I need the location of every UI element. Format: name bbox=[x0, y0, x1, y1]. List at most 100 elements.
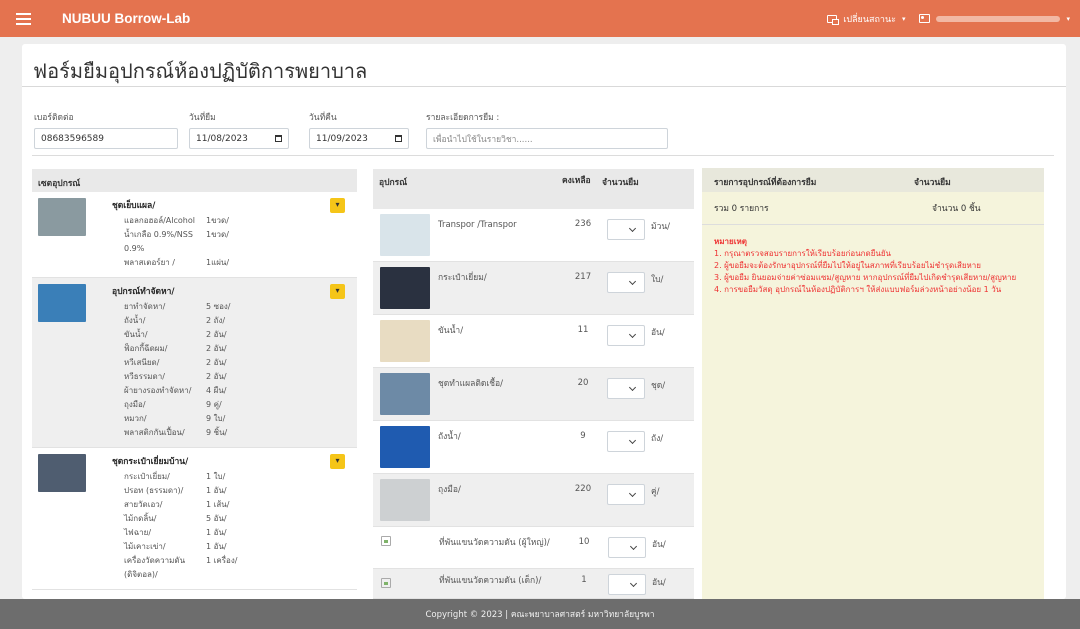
set-item: ไม้กดลิ้น/5 อัน/ bbox=[112, 512, 357, 526]
set-item: ฟ็อกกี้ฉีดผม/2 อัน/ bbox=[112, 342, 357, 356]
equipment-name: ถุงมือ/ bbox=[438, 485, 461, 495]
remark-item: 4. การขอยืมวัสดุ อุปกรณ์ในห้องปฏิบัติการ… bbox=[714, 285, 1002, 294]
sets-header: เซตอุปกรณ์ bbox=[32, 169, 357, 192]
set-item-name: เครื่องวัดความดัน (ดิจิตอล)/ bbox=[124, 556, 186, 579]
set-item: กระเป๋าเยี่ยม/1 ใบ/ bbox=[112, 470, 357, 484]
set-item: พลาสเตอร์ยา / 1แผ่น/ bbox=[112, 256, 357, 270]
quantity-select[interactable] bbox=[607, 431, 645, 452]
remarks: หมายเหตุ 1. กรุณาตรวจสอบรายการให้เรียบร้… bbox=[702, 225, 1044, 307]
sets-list: ชุดเย็บแผล/แอลกอฮอล์/Alcohol 1ขวด/น้ำเกลื… bbox=[32, 192, 357, 590]
equipment-row: กระเป๋าเยี่ยม/217 ใบ/ bbox=[373, 262, 694, 315]
equipment-name: ที่พันแขนวัดความดัน (เด็ก)/ bbox=[439, 576, 542, 586]
equipment-unit: ชุด/ bbox=[651, 381, 666, 391]
set-item-name: พลาสเตอร์ยา / bbox=[124, 258, 175, 267]
equipment-list: Transpor /Transpor 236 ม้วน/กระเป๋าเยี่ยม/… bbox=[373, 209, 694, 599]
phone-field-group: เบอร์ติดต่อ 08683596589 bbox=[34, 110, 178, 149]
set-photo bbox=[38, 198, 86, 236]
quantity-select[interactable] bbox=[607, 272, 645, 293]
equipment-row: ขันน้ำ/11 อัน/ bbox=[373, 315, 694, 368]
set-item-qty: 2 ถัง/ bbox=[206, 316, 226, 325]
set-item-qty: 2 อัน/ bbox=[206, 344, 227, 353]
set-dropdown-button[interactable]: ▾ bbox=[330, 198, 345, 213]
caret-down-icon: ▾ bbox=[1066, 14, 1070, 23]
equipment-unit: ใบ/ bbox=[651, 275, 664, 285]
quantity-select[interactable] bbox=[608, 537, 646, 558]
borrow-cart-panel: รายการอุปกรณ์ที่ต้องการยืม จำนวนยืม รวม … bbox=[702, 168, 1044, 599]
cart-col-qty: จำนวนยืม bbox=[914, 178, 951, 188]
details-input[interactable]: เพื่อนำไปใช้ในรายวิชา...... bbox=[426, 128, 668, 149]
equipment-row: Transpor /Transpor 236 ม้วน/ bbox=[373, 209, 694, 262]
set-item-name: พลาสติกกันเปื้อน/ bbox=[124, 428, 185, 437]
quantity-select[interactable] bbox=[608, 574, 646, 595]
equipment-row: ที่พันแขนวัดความดัน (ผู้ใหญ่)/ 10 อัน/ bbox=[373, 527, 694, 569]
phone-input[interactable]: 08683596589 bbox=[34, 128, 178, 149]
equipment-stock: 9 bbox=[580, 431, 586, 441]
equipment-stock: 20 bbox=[577, 378, 589, 388]
set-item-name: ผ้ายางรองทำจัดหา/ bbox=[124, 386, 192, 395]
set-item-name: กระเป๋าเยี่ยม/ bbox=[124, 472, 170, 481]
set-item-name: ไม้เคาะเข่า/ bbox=[124, 542, 166, 551]
set-item: ขันน้ำ/2 อัน/ bbox=[112, 328, 357, 342]
set-item: ปรอท (ธรรมดา)/ 1 อัน/ bbox=[112, 484, 357, 498]
set-item: สายวัดเอว/1 เส้น/ bbox=[112, 498, 357, 512]
set-dropdown-button[interactable]: ▾ bbox=[330, 284, 345, 299]
set-item-name: ถุงมือ/ bbox=[124, 400, 146, 409]
remark-item: 1. กรุณาตรวจสอบรายการให้เรียบร้อยก่อนกดย… bbox=[714, 249, 892, 258]
user-card-icon bbox=[919, 14, 931, 23]
equipment-name: ชุดทำแผลติดเชื้อ/ bbox=[438, 379, 504, 389]
equipment-row: ที่พันแขนวัดความดัน (เด็ก)/ 1 อัน/ bbox=[373, 569, 694, 599]
equipment-unit: อัน/ bbox=[651, 328, 665, 338]
equipment-name: ถังน้ำ/ bbox=[438, 432, 461, 442]
set-item: แอลกอฮอล์/Alcohol 1ขวด/ bbox=[112, 214, 357, 228]
broken-image-icon bbox=[381, 578, 391, 588]
menu-icon[interactable] bbox=[0, 0, 46, 37]
cart-total-items: รวม 0 รายการ bbox=[714, 204, 769, 214]
navbar: NUBUU Borrow-Lab เปลี่ยนสถานะ ▾ ▾ bbox=[0, 0, 1080, 37]
equipment-unit: ถัง/ bbox=[651, 434, 664, 444]
set-item: หวีธรรมดา/2 อัน/ bbox=[112, 370, 357, 384]
remark-item: 2. ผู้ขอยืมจะต้องรักษาอุปกรณ์ที่ยืมไปให้… bbox=[714, 261, 981, 270]
equipment-unit: ม้วน/ bbox=[651, 222, 671, 232]
brand-title[interactable]: NUBUU Borrow-Lab bbox=[62, 11, 190, 26]
calendar-icon[interactable] bbox=[395, 135, 402, 142]
set-item: ถังน้ำ/2 ถัง/ bbox=[112, 314, 357, 328]
set-item-qty: 1 เครื่อง/ bbox=[206, 556, 238, 565]
quantity-select[interactable] bbox=[607, 484, 645, 505]
divider bbox=[32, 155, 1054, 156]
quantity-select[interactable] bbox=[607, 325, 645, 346]
copyright: Copyright © 2023 | คณะพยาบาลศาสตร์ มหาวิ… bbox=[425, 610, 655, 620]
borrow-date-input[interactable]: 11/08/2023 bbox=[189, 128, 289, 149]
borrow-date-label: วันที่ยืม bbox=[189, 113, 216, 123]
set-item-name: หวีธรรมดา/ bbox=[124, 372, 165, 381]
equipment-photo bbox=[380, 373, 430, 415]
equipment-name: ที่พันแขนวัดความดัน (ผู้ใหญ่)/ bbox=[439, 538, 550, 548]
equipment-row: ถังน้ำ/9 ถัง/ bbox=[373, 421, 694, 474]
set-item-name: ไม้กดลิ้น/ bbox=[124, 514, 157, 523]
set-item-qty: 5 ซอง/ bbox=[206, 302, 231, 311]
set-item: ผ้ายางรองทำจัดหา/4 ผืน/ bbox=[112, 384, 357, 398]
remark-item: 3. ผู้ขอยืม ยินยอมจ่ายค่าซ่อมแซม/สูญหาย … bbox=[714, 273, 1017, 282]
set-dropdown-button[interactable]: ▾ bbox=[330, 454, 345, 469]
equipment-stock: 1 bbox=[581, 575, 587, 585]
quantity-select[interactable] bbox=[607, 378, 645, 399]
user-menu[interactable]: ▾ bbox=[919, 14, 1070, 23]
set-item-qty: 1 อัน/ bbox=[206, 528, 227, 537]
user-name-blurred bbox=[936, 15, 1061, 22]
phone-label: เบอร์ติดต่อ bbox=[34, 113, 74, 123]
equipment-set-row: ชุดกระเป๋าเยี่ยมบ้าน/กระเป๋าเยี่ยม/1 ใบ/… bbox=[32, 448, 357, 590]
set-item-qty: 1 ใบ/ bbox=[206, 472, 226, 481]
status-switch-dropdown[interactable]: เปลี่ยนสถานะ ▾ bbox=[827, 12, 905, 26]
set-item-name: สายวัดเอว/ bbox=[124, 500, 163, 509]
set-name: ชุดกระเป๋าเยี่ยมบ้าน/ bbox=[112, 457, 189, 467]
equipment-unit: คู่/ bbox=[651, 487, 660, 497]
quantity-select[interactable] bbox=[607, 219, 645, 240]
equipment-unit: อัน/ bbox=[652, 540, 666, 550]
set-item: หมวก/9 ใบ/ bbox=[112, 412, 357, 426]
status-switch-label: เปลี่ยนสถานะ bbox=[843, 14, 896, 25]
window-icon bbox=[827, 14, 840, 25]
footer: Copyright © 2023 | คณะพยาบาลศาสตร์ มหาวิ… bbox=[0, 599, 1080, 629]
equipment-stock: 10 bbox=[578, 537, 590, 547]
return-date-input[interactable]: 11/09/2023 bbox=[309, 128, 409, 149]
calendar-icon[interactable] bbox=[275, 135, 282, 142]
equipment-header: อุปกรณ์ คงเหลือ จำนวนยืม bbox=[373, 169, 694, 209]
